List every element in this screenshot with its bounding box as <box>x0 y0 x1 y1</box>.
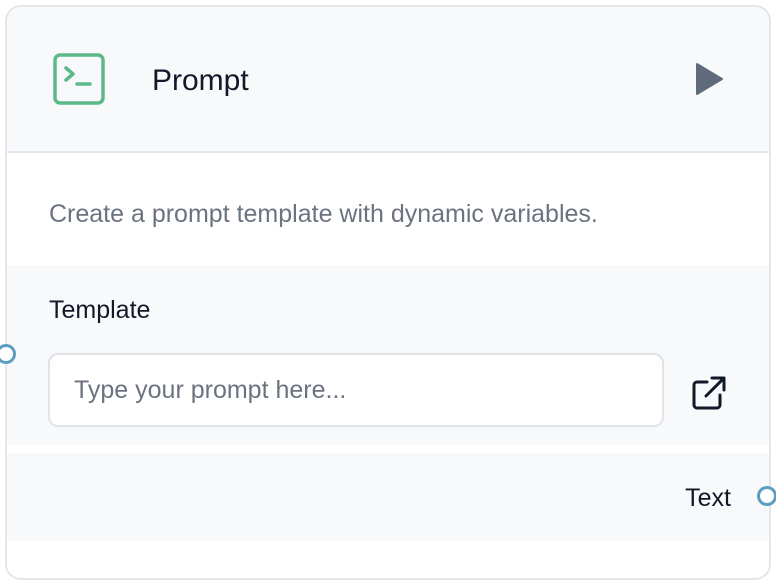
prompt-template-input[interactable] <box>48 353 664 427</box>
node-title: Prompt <box>152 64 249 97</box>
node-header: Prompt <box>7 7 769 153</box>
output-section: Text <box>7 453 769 541</box>
run-button[interactable] <box>687 57 731 101</box>
node-description: Create a prompt template with dynamic va… <box>49 200 598 228</box>
expand-template-button[interactable] <box>687 371 731 415</box>
prompt-node-card[interactable]: Prompt Create a prompt template with dyn… <box>5 5 771 580</box>
external-link-icon <box>692 376 726 410</box>
template-label: Template <box>49 296 151 324</box>
output-label: Text <box>685 484 731 512</box>
terminal-icon <box>53 53 105 105</box>
text-output-handle[interactable] <box>757 486 776 506</box>
play-icon <box>696 63 723 95</box>
template-field-section: Template <box>7 265 769 445</box>
